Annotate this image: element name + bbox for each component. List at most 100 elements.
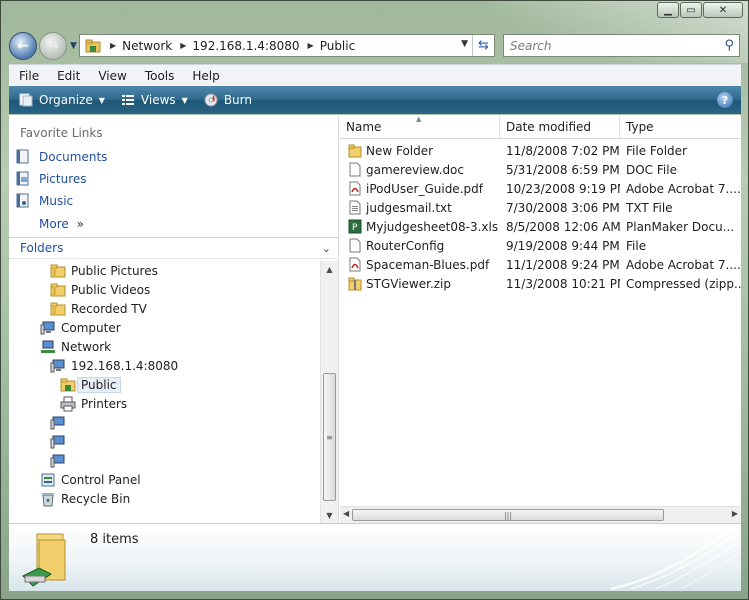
- file-type: Compressed (zipp...: [626, 276, 741, 291]
- burn-disc-icon: [204, 93, 218, 107]
- menu-help[interactable]: Help: [183, 69, 228, 83]
- file-type: Adobe Acrobat 7....: [626, 181, 741, 196]
- printer-icon: [60, 396, 76, 412]
- forward-button[interactable]: →: [39, 32, 67, 60]
- menu-view[interactable]: View: [89, 69, 135, 83]
- file-row[interactable]: gamereview.doc 5/31/2008 6:59 PM DOC Fil…: [340, 160, 741, 179]
- burn-button[interactable]: Burn: [204, 93, 252, 107]
- menu-file[interactable]: File: [9, 69, 48, 83]
- address-bar[interactable]: ▶ Network ▶ 192.168.1.4:8080 ▶ Public ▼ …: [79, 34, 495, 57]
- network-computer-icon: [50, 416, 65, 430]
- breadcrumb-public[interactable]: Public: [320, 39, 356, 53]
- command-bar: Organize ▼ Views ▼ Burn ?: [9, 86, 741, 114]
- breadcrumb-host[interactable]: 192.168.1.4:8080: [192, 39, 299, 53]
- organize-button[interactable]: Organize ▼: [19, 93, 105, 107]
- file-name: STGViewer.zip: [366, 276, 452, 291]
- tree-item-host[interactable]: 192.168.1.4:8080: [50, 358, 178, 374]
- folder-icon: [50, 264, 66, 278]
- favorite-documents[interactable]: Documents: [15, 149, 107, 164]
- scroll-thumb[interactable]: ≡: [323, 373, 336, 501]
- item-count: 8 items: [90, 532, 139, 547]
- maximize-button[interactable]: ▭: [680, 2, 702, 18]
- tree-item-computer[interactable]: Computer: [40, 320, 121, 336]
- file-row[interactable]: Spaceman-Blues.pdf 11/1/2008 9:24 PM Ado…: [340, 255, 741, 274]
- file-row[interactable]: New Folder 11/8/2008 7:02 PM File Folder: [340, 141, 741, 160]
- decorative-swoosh: [610, 528, 740, 590]
- favorite-pictures-label: Pictures: [39, 171, 87, 186]
- tree-item-recycle-bin[interactable]: Recycle Bin: [40, 491, 130, 507]
- folder-icon: [50, 283, 66, 297]
- help-button[interactable]: ?: [717, 92, 733, 108]
- more-chevron-icon: »: [76, 217, 84, 231]
- column-header-date[interactable]: Date modified: [500, 115, 620, 139]
- file-type: PlanMaker Docu...: [626, 219, 735, 234]
- search-placeholder: Search: [510, 39, 552, 53]
- tree-item-recorded-tv[interactable]: Recorded TV: [50, 301, 147, 317]
- menu-tools[interactable]: Tools: [136, 69, 184, 83]
- tree-item-public-videos[interactable]: Public Videos: [50, 282, 150, 298]
- refresh-icon: ⇆: [478, 38, 489, 53]
- svg-text:P: P: [352, 223, 358, 233]
- tree-item-label: Computer: [61, 321, 121, 335]
- scroll-down-icon[interactable]: ▼: [321, 507, 338, 523]
- minimize-button[interactable]: ▁: [657, 2, 679, 18]
- breadcrumb-separator-icon[interactable]: ▶: [308, 41, 314, 50]
- recent-pages-dropdown[interactable]: ▼: [70, 41, 77, 51]
- file-name: RouterConfig: [366, 238, 445, 253]
- file-type: File Folder: [626, 143, 687, 158]
- tree-item-printers[interactable]: Printers: [60, 396, 127, 412]
- close-button[interactable]: ✕: [703, 2, 743, 18]
- scroll-right-icon[interactable]: ▶: [732, 509, 738, 518]
- file-name: iPodUser_Guide.pdf: [366, 181, 483, 196]
- tree-item-network-computer[interactable]: [50, 434, 71, 450]
- refresh-button[interactable]: ⇆: [472, 35, 494, 56]
- tree-item-public-pictures[interactable]: Public Pictures: [50, 263, 158, 279]
- tree-item-network[interactable]: Network: [40, 339, 111, 355]
- file-row[interactable]: P Myjudgesheet08-3.xls 8/5/2008 12:06 AM …: [340, 217, 741, 236]
- folders-header[interactable]: Folders ⌄: [9, 237, 339, 259]
- tree-item-network-computer[interactable]: [50, 453, 71, 469]
- tree-item-label: Public Pictures: [71, 264, 158, 278]
- address-dropdown-icon[interactable]: ▼: [461, 39, 468, 49]
- network-folder-icon: [85, 39, 101, 52]
- search-icon[interactable]: ⚲: [724, 38, 734, 53]
- tree-item-network-computer[interactable]: [50, 415, 71, 431]
- file-name: Spaceman-Blues.pdf: [366, 257, 490, 272]
- column-header-name[interactable]: ▲ Name: [340, 115, 500, 139]
- favorite-music-label: Music: [39, 193, 74, 208]
- search-input[interactable]: Search ⚲: [503, 34, 740, 57]
- file-date: 5/31/2008 6:59 PM: [506, 162, 620, 177]
- file-type: TXT File: [626, 200, 673, 215]
- favorite-pictures[interactable]: Pictures: [15, 171, 87, 186]
- menu-edit[interactable]: Edit: [48, 69, 89, 83]
- file-list-hscrollbar[interactable]: ◀ ||| ▶: [340, 506, 741, 523]
- folder-icon: [348, 144, 362, 158]
- file-row[interactable]: STGViewer.zip 11/3/2008 10:21 PM Compres…: [340, 274, 741, 293]
- navigation-pane: Favorite Links Documents Pictures Music …: [9, 115, 339, 523]
- views-button[interactable]: Views ▼: [121, 93, 188, 107]
- file-row[interactable]: iPodUser_Guide.pdf 10/23/2008 9:19 PM Ad…: [340, 179, 741, 198]
- burn-label: Burn: [223, 93, 252, 107]
- file-row[interactable]: judgesmail.txt 7/30/2008 3:06 PM TXT Fil…: [340, 198, 741, 217]
- favorite-music[interactable]: Music: [15, 193, 73, 208]
- breadcrumb-separator-icon[interactable]: ▶: [180, 41, 186, 50]
- tree-item-public[interactable]: Public: [60, 377, 121, 393]
- file-name: gamereview.doc: [366, 162, 464, 177]
- scroll-left-icon[interactable]: ◀: [343, 509, 349, 518]
- folder-tree-scrollbar[interactable]: ▲ ≡ ▼: [320, 261, 338, 523]
- tree-item-label: Recycle Bin: [61, 492, 131, 506]
- column-header-type[interactable]: Type: [620, 115, 741, 139]
- file-row[interactable]: RouterConfig 9/19/2008 9:44 PM File: [340, 236, 741, 255]
- views-label: Views: [140, 93, 176, 107]
- scroll-thumb[interactable]: |||: [352, 509, 664, 521]
- file-type: Adobe Acrobat 7....: [626, 257, 741, 272]
- tree-item-control-panel[interactable]: Control Panel: [40, 472, 141, 488]
- favorite-links-header: Favorite Links: [20, 126, 103, 140]
- scroll-up-icon[interactable]: ▲: [321, 261, 338, 277]
- back-button[interactable]: ←: [9, 32, 37, 60]
- more-links-button[interactable]: More »: [39, 217, 84, 231]
- organize-icon: [19, 93, 33, 107]
- more-label: More: [39, 217, 69, 231]
- breadcrumb-network[interactable]: Network: [122, 39, 172, 53]
- breadcrumb-separator-icon[interactable]: ▶: [110, 41, 116, 50]
